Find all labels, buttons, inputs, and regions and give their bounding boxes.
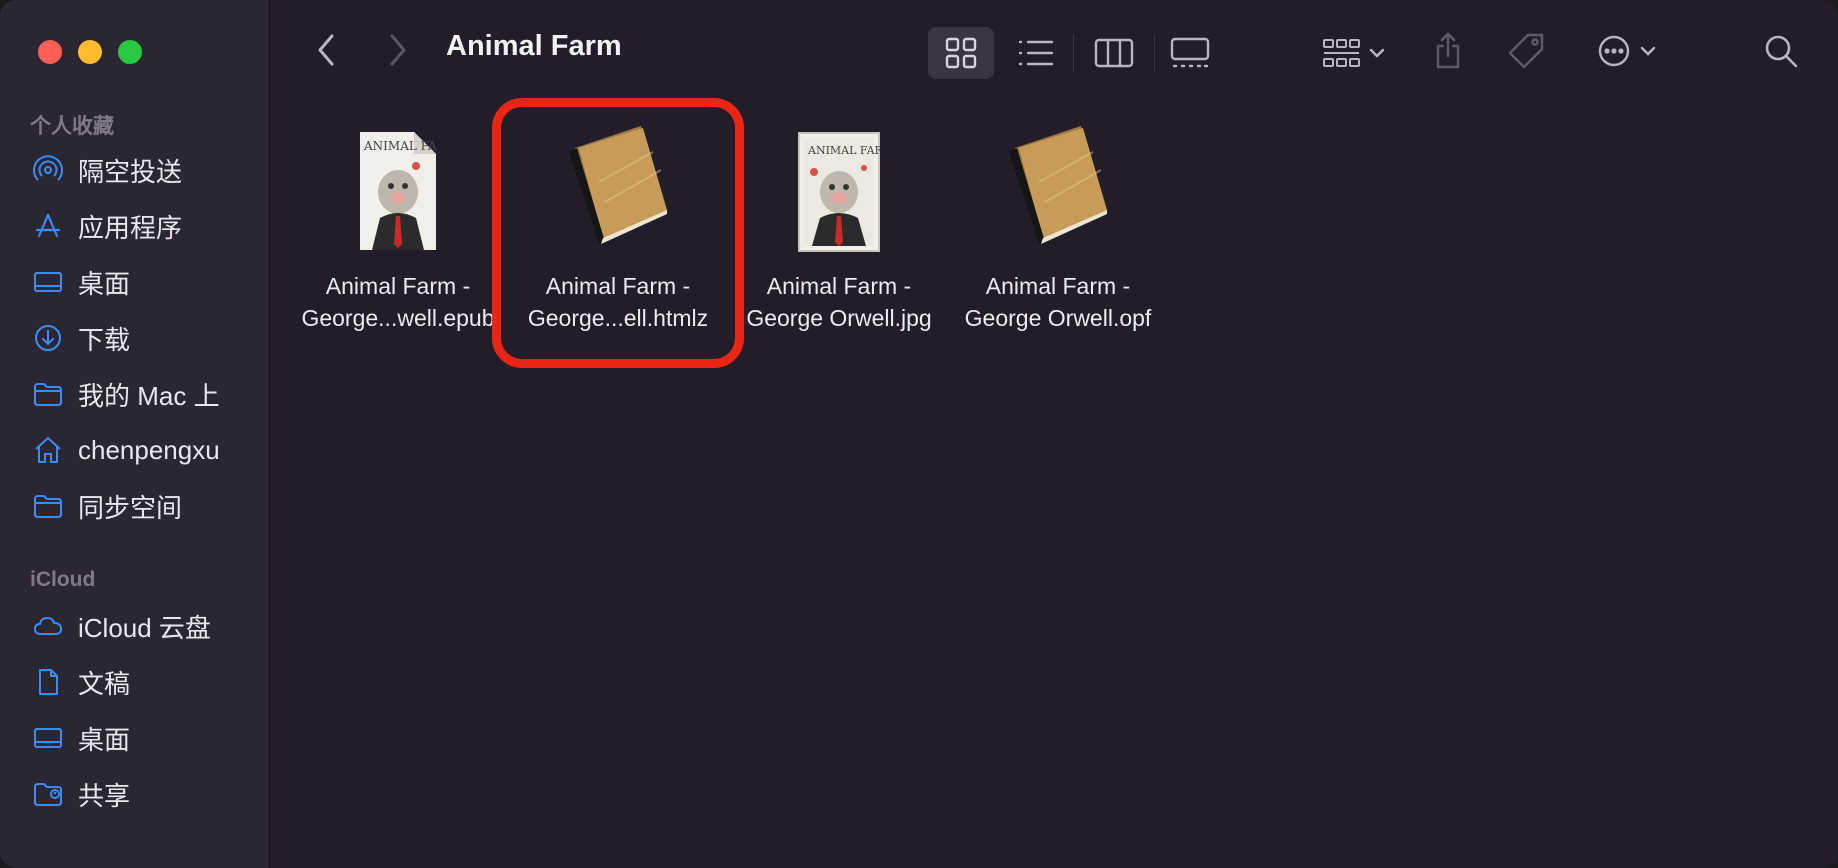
epub-cover-icon: ANIMAL FA xyxy=(293,112,503,252)
list-view-button[interactable] xyxy=(1016,30,1056,76)
ellipsis-circle-icon xyxy=(1598,35,1630,67)
file-item[interactable]: ANIMAL FARM Animal Farm - George Orwell.… xyxy=(734,112,944,334)
cloud-icon xyxy=(32,610,64,642)
file-item[interactable]: ANIMAL FA Animal Farm - George...well.ep… xyxy=(293,112,503,334)
sidebar-item-sync-space[interactable]: 同步空间 xyxy=(32,484,262,528)
folder-icon xyxy=(32,490,64,522)
file-name: Animal Farm - George Orwell.jpg xyxy=(734,270,944,334)
icloud-section-title: iCloud xyxy=(30,568,96,591)
svg-text:ANIMAL FARM: ANIMAL FARM xyxy=(807,144,880,157)
gallery-icon xyxy=(1170,37,1210,68)
search-button[interactable] xyxy=(1760,28,1802,74)
separator xyxy=(1154,34,1155,72)
file-item[interactable]: Animal Farm - George Orwell.opf xyxy=(953,112,1163,334)
svg-text:ANIMAL FA: ANIMAL FA xyxy=(363,139,437,153)
favorites-section-title: 个人收藏 xyxy=(30,115,114,138)
sidebar-item-label: 隔空投送 xyxy=(78,156,183,187)
sidebar-item-applications[interactable]: 应用程序 xyxy=(32,204,262,248)
file-name-line2: George Orwell.jpg xyxy=(746,305,932,331)
book-icon xyxy=(953,112,1163,252)
sidebar-item-shared[interactable]: 共享 xyxy=(32,772,262,816)
share-button[interactable] xyxy=(1428,28,1468,74)
download-icon xyxy=(32,322,64,354)
sidebar-item-downloads[interactable]: 下载 xyxy=(32,316,262,360)
gallery-view-button[interactable] xyxy=(1168,30,1212,76)
sidebar-item-icloud-desktop[interactable]: 桌面 xyxy=(32,716,262,760)
shared-folder-icon xyxy=(32,778,64,810)
sidebar-item-label: 下载 xyxy=(78,324,131,355)
group-grid-icon xyxy=(1323,39,1360,67)
chevron-down-icon xyxy=(1640,46,1656,56)
columns-icon xyxy=(1094,38,1134,68)
minimize-button[interactable] xyxy=(78,40,102,64)
group-by-button[interactable] xyxy=(1316,30,1392,76)
sidebar-item-label: 共享 xyxy=(78,780,131,811)
sidebar-item-label: 我的 Mac 上 xyxy=(78,380,220,411)
sidebar-item-label: 文稿 xyxy=(78,668,131,699)
share-icon xyxy=(1436,32,1460,69)
sidebar-item-home[interactable]: chenpengxu xyxy=(32,428,262,472)
sidebar-item-my-mac[interactable]: 我的 Mac 上 xyxy=(32,372,262,416)
sidebar-item-icloud-drive[interactable]: iCloud 云盘 xyxy=(32,604,262,648)
list-icon xyxy=(1018,40,1054,66)
separator xyxy=(1073,34,1074,72)
image-cover-icon: ANIMAL FARM xyxy=(734,112,944,252)
chevron-right-icon xyxy=(390,34,406,66)
file-name-line2: George Orwell.opf xyxy=(964,305,1152,331)
desktop-icon xyxy=(32,722,64,754)
file-name-line1: Animal Farm - xyxy=(325,273,471,299)
chevron-down-icon xyxy=(1369,48,1385,58)
window-controls xyxy=(38,40,142,64)
forward-button[interactable] xyxy=(380,30,416,70)
file-name-line1: Animal Farm - xyxy=(985,273,1131,299)
column-view-button[interactable] xyxy=(1092,30,1136,76)
airdrop-icon xyxy=(32,154,64,186)
file-name: Animal Farm - George Orwell.opf xyxy=(953,270,1163,334)
file-name-line2: George...well.epub xyxy=(301,305,495,331)
search-icon xyxy=(1765,35,1798,68)
zoom-button[interactable] xyxy=(118,40,142,64)
highlight-annotation xyxy=(492,98,744,368)
more-actions-button[interactable] xyxy=(1592,28,1662,74)
sidebar: 个人收藏 隔空投送 应用程序 桌面 下载 我的 Mac 上 chenpengxu… xyxy=(0,0,270,868)
sidebar-item-desktop[interactable]: 桌面 xyxy=(32,260,262,304)
desktop-icon xyxy=(32,266,64,298)
sidebar-item-airdrop[interactable]: 隔空投送 xyxy=(32,148,262,192)
grid-icon xyxy=(928,27,994,79)
tag-button[interactable] xyxy=(1504,28,1548,74)
back-button[interactable] xyxy=(308,30,344,70)
home-icon xyxy=(32,434,64,466)
chevron-left-icon xyxy=(318,34,334,66)
tag-icon xyxy=(1508,33,1544,69)
sidebar-item-label: chenpengxu xyxy=(78,434,220,465)
file-name-line1: Animal Farm - xyxy=(766,273,912,299)
file-name: Animal Farm - George...well.epub xyxy=(293,270,503,334)
sidebar-item-label: 应用程序 xyxy=(78,212,183,243)
document-icon xyxy=(32,666,64,698)
close-button[interactable] xyxy=(38,40,62,64)
sidebar-item-documents[interactable]: 文稿 xyxy=(32,660,262,704)
window-title: Animal Farm xyxy=(446,30,622,62)
sidebar-item-label: 桌面 xyxy=(78,724,131,755)
applications-icon xyxy=(32,210,64,242)
sidebar-item-label: iCloud 云盘 xyxy=(78,612,211,643)
sidebar-item-label: 桌面 xyxy=(78,268,131,299)
finder-window: 个人收藏 隔空投送 应用程序 桌面 下载 我的 Mac 上 chenpengxu… xyxy=(0,0,1838,868)
sidebar-item-label: 同步空间 xyxy=(78,492,183,523)
folder-icon xyxy=(32,378,64,410)
